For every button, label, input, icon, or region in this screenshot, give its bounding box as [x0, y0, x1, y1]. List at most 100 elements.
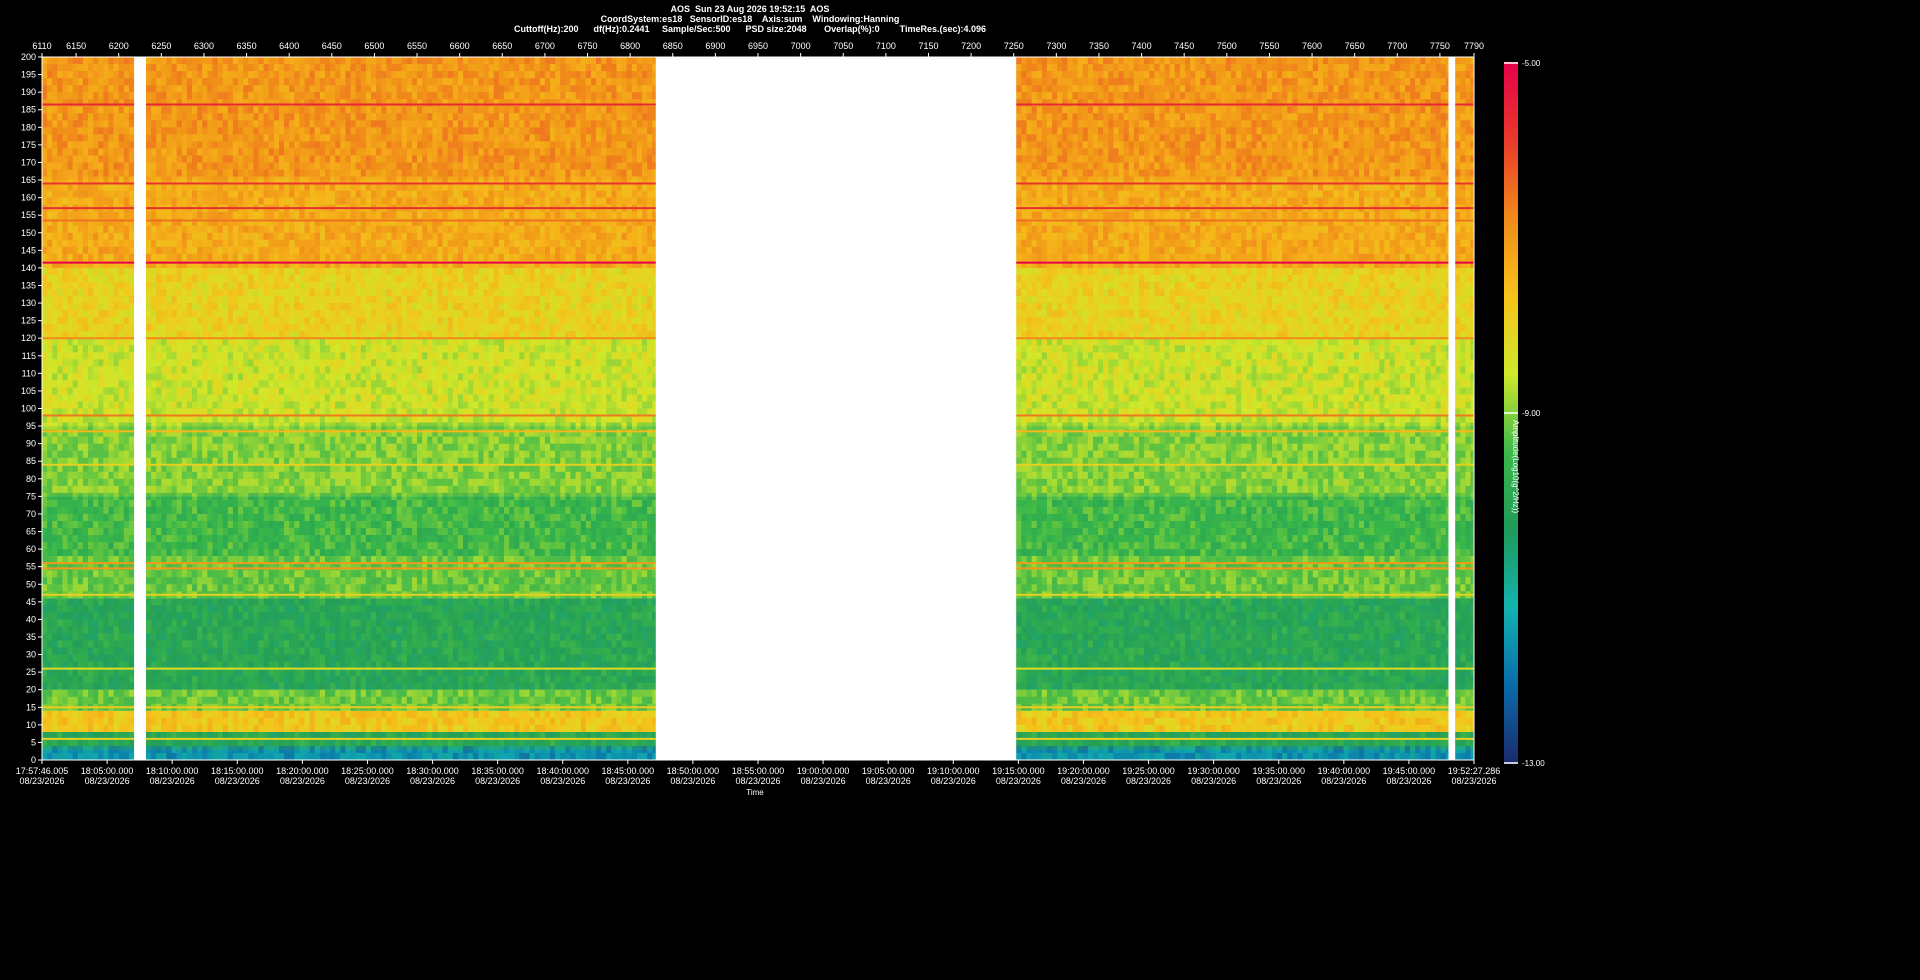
- noise-cell: [88, 380, 93, 387]
- noise-cell: [42, 500, 47, 507]
- noise-cell: [42, 570, 47, 577]
- noise-cell: [62, 437, 67, 444]
- noise-cell: [129, 500, 134, 507]
- noise-cell: [119, 331, 124, 338]
- noise-cell: [52, 725, 57, 732]
- noise-cell: [88, 732, 93, 739]
- noise-cell: [83, 711, 88, 718]
- noise-cell: [98, 676, 103, 683]
- noise-cell: [57, 711, 62, 718]
- noise-cell: [62, 289, 67, 296]
- noise-cell: [73, 500, 78, 507]
- noise-cell: [108, 394, 113, 401]
- noise-cell: [114, 669, 119, 676]
- noise-cell: [78, 338, 83, 345]
- noise-cell: [98, 507, 103, 514]
- noise-cell: [129, 387, 134, 394]
- noise-cell: [103, 640, 108, 647]
- noise-cell: [114, 345, 119, 352]
- noise-cell: [103, 549, 108, 556]
- noise-cell: [52, 373, 57, 380]
- noise-cell: [83, 669, 88, 676]
- noise-cell: [93, 373, 98, 380]
- noise-cell: [73, 697, 78, 704]
- noise-cell: [129, 493, 134, 500]
- noise-cell: [57, 528, 62, 535]
- noise-cell: [93, 423, 98, 430]
- noise-cell: [88, 465, 93, 472]
- noise-cell: [114, 746, 119, 753]
- noise-cell: [124, 437, 129, 444]
- noise-cell: [108, 331, 113, 338]
- noise-cell: [114, 697, 119, 704]
- noise-cell: [114, 718, 119, 725]
- noise-cell: [88, 718, 93, 725]
- noise-cell: [124, 683, 129, 690]
- noise-cell: [57, 605, 62, 612]
- noise-cell: [124, 345, 129, 352]
- noise-cell: [114, 437, 119, 444]
- noise-cell: [73, 690, 78, 697]
- noise-cell: [103, 282, 108, 289]
- noise-cell: [124, 584, 129, 591]
- noise-cell: [129, 451, 134, 458]
- noise-cell: [78, 401, 83, 408]
- noise-cell: [103, 542, 108, 549]
- noise-cell: [78, 310, 83, 317]
- noise-cell: [93, 577, 98, 584]
- noise-cell: [93, 458, 98, 465]
- noise-cell: [62, 352, 67, 359]
- noise-cell: [108, 690, 113, 697]
- noise-cell: [93, 528, 98, 535]
- noise-cell: [93, 725, 98, 732]
- noise-cell: [114, 739, 119, 746]
- noise-cell: [88, 753, 93, 760]
- noise-cell: [73, 584, 78, 591]
- noise-cell: [119, 317, 124, 324]
- noise-cell: [114, 711, 119, 718]
- noise-cell: [88, 648, 93, 655]
- noise-cell: [68, 549, 73, 556]
- noise-cell: [108, 437, 113, 444]
- noise-cell: [52, 324, 57, 331]
- noise-cell: [103, 317, 108, 324]
- noise-cell: [129, 676, 134, 683]
- noise-cell: [88, 746, 93, 753]
- noise-cell: [78, 409, 83, 416]
- noise-cell: [103, 387, 108, 394]
- noise-cell: [83, 612, 88, 619]
- noise-cell: [93, 303, 98, 310]
- noise-cell: [73, 444, 78, 451]
- noise-cell: [62, 697, 67, 704]
- noise-cell: [57, 409, 62, 416]
- noise-cell: [88, 486, 93, 493]
- noise-cell: [73, 303, 78, 310]
- noise-cell: [93, 648, 98, 655]
- noise-cell: [83, 409, 88, 416]
- noise-cell: [83, 662, 88, 669]
- noise-cell: [73, 366, 78, 373]
- noise-cell: [119, 479, 124, 486]
- noise-cell: [57, 725, 62, 732]
- noise-cell: [78, 345, 83, 352]
- noise-cell: [47, 549, 52, 556]
- noise-cell: [114, 387, 119, 394]
- noise-cell: [83, 345, 88, 352]
- noise-cell: [52, 633, 57, 640]
- noise-cell: [73, 514, 78, 521]
- noise-cell: [124, 359, 129, 366]
- noise-cell: [129, 486, 134, 493]
- noise-cell: [88, 676, 93, 683]
- noise-cell: [124, 514, 129, 521]
- noise-cell: [52, 387, 57, 394]
- noise-cell: [62, 655, 67, 662]
- noise-cell: [114, 472, 119, 479]
- noise-cell: [119, 725, 124, 732]
- noise-cell: [68, 366, 73, 373]
- noise-cell: [108, 472, 113, 479]
- noise-cell: [124, 500, 129, 507]
- noise-cell: [47, 303, 52, 310]
- noise-cell: [114, 570, 119, 577]
- noise-cell: [62, 746, 67, 753]
- noise-cell: [108, 669, 113, 676]
